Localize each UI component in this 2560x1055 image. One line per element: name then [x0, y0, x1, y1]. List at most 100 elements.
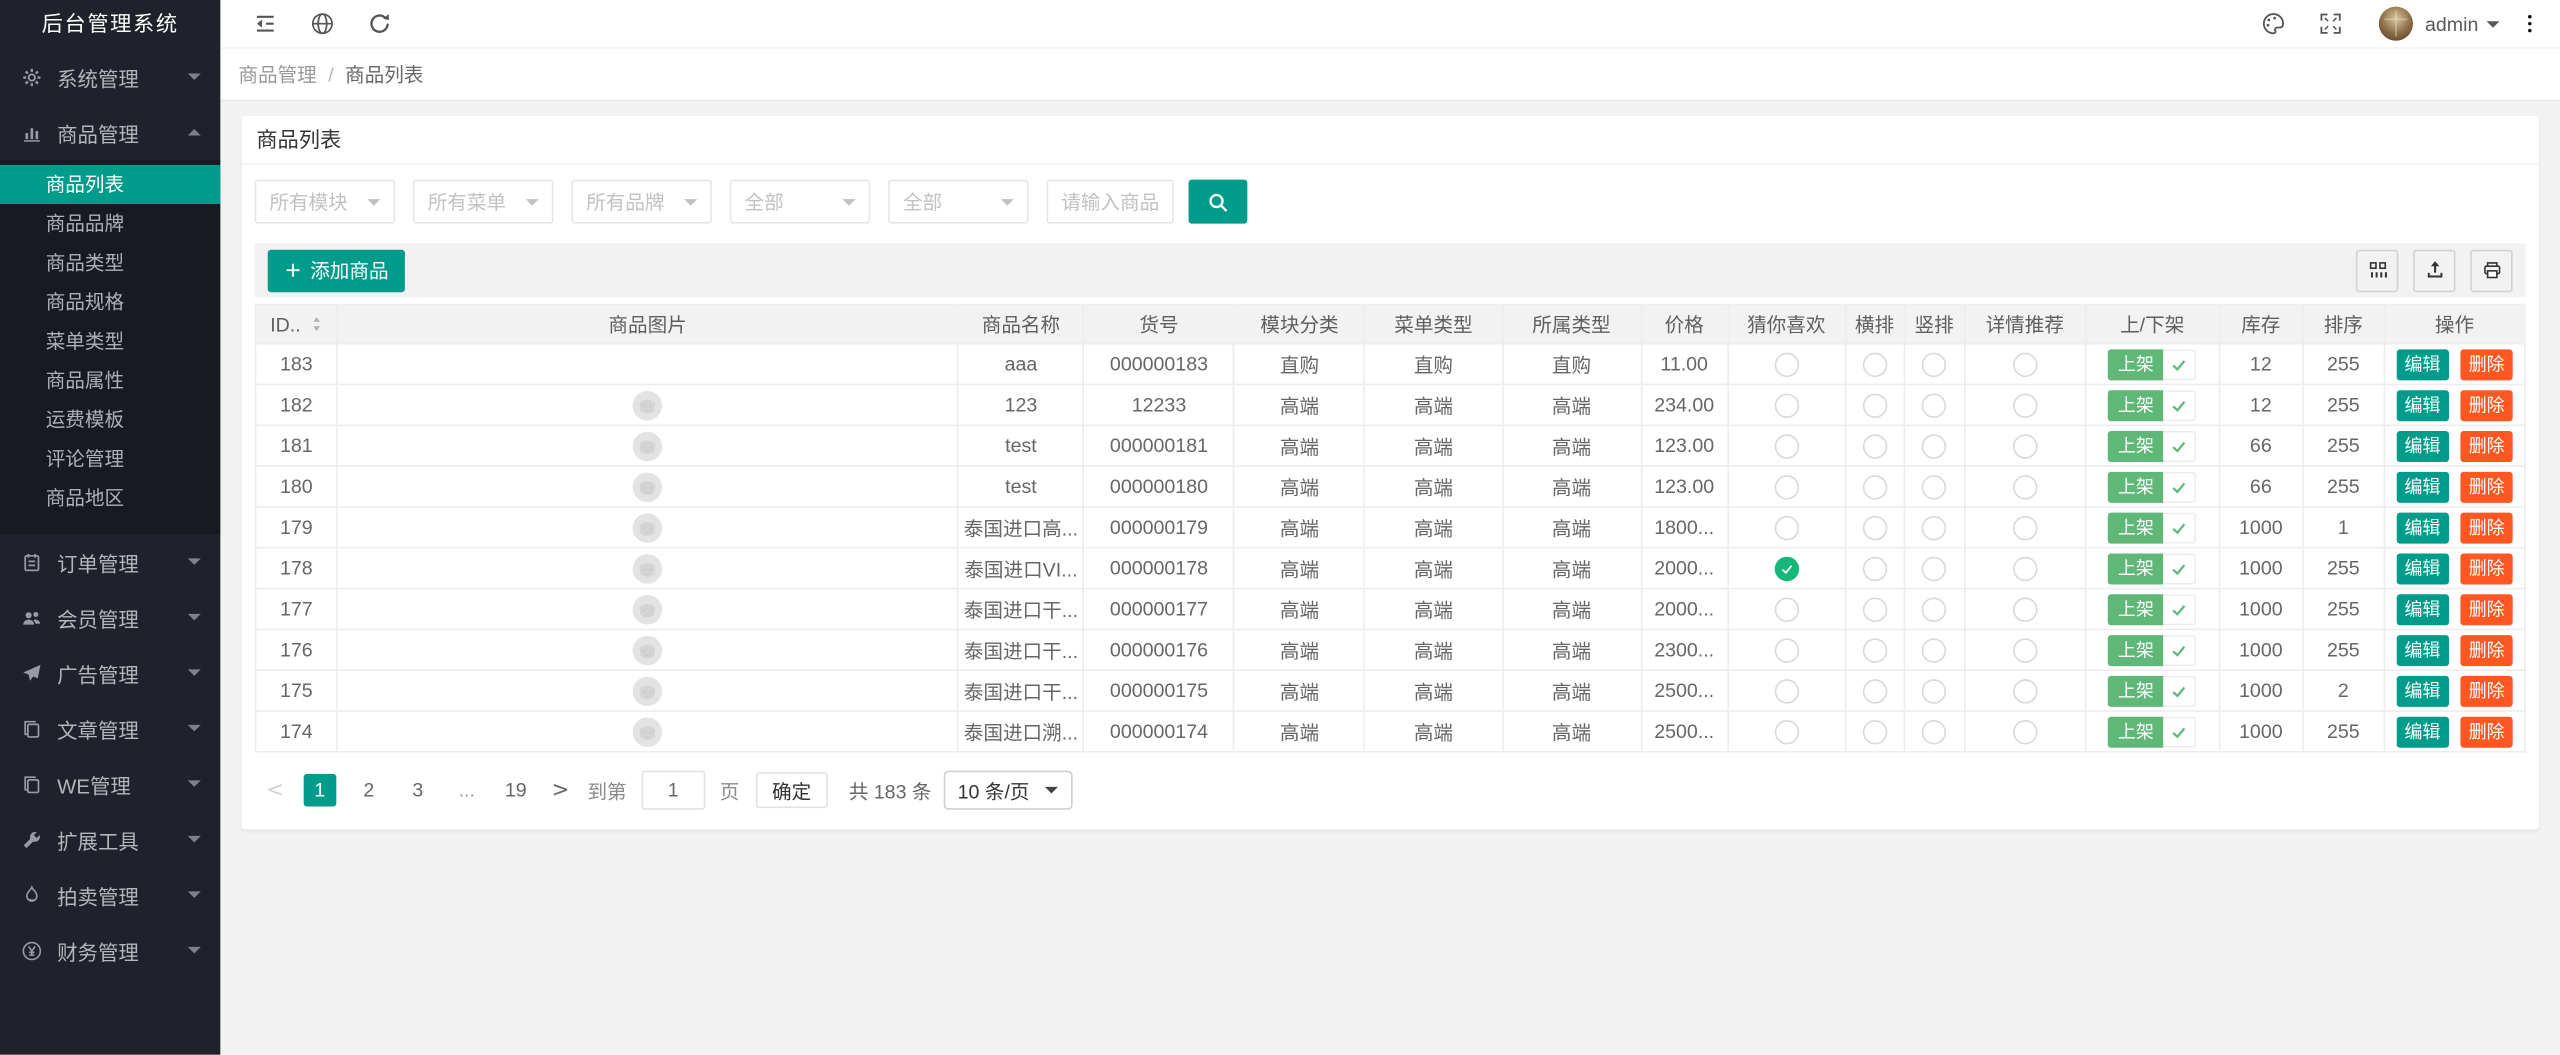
- status-toggle[interactable]: 上架: [2108, 349, 2196, 380]
- sidebar-item[interactable]: 财务管理: [0, 922, 220, 978]
- status-toggle[interactable]: 上架: [2108, 512, 2196, 543]
- horizontal-radio[interactable]: [1862, 597, 1886, 621]
- breadcrumb-item[interactable]: 商品管理: [238, 60, 316, 88]
- guess-radio[interactable]: [1774, 719, 1798, 743]
- horizontal-radio[interactable]: [1862, 679, 1886, 703]
- product-name-input[interactable]: [1047, 180, 1174, 224]
- product-image-placeholder[interactable]: [632, 634, 663, 665]
- detail-recommend-radio[interactable]: [2013, 393, 2037, 417]
- edit-button[interactable]: 编辑: [2396, 716, 2448, 747]
- guess-radio[interactable]: [1774, 352, 1798, 376]
- vertical-radio[interactable]: [1922, 638, 1946, 662]
- sidebar-subitem[interactable]: 商品属性: [0, 361, 220, 400]
- filter-select[interactable]: 所有品牌: [571, 180, 711, 224]
- horizontal-radio[interactable]: [1862, 515, 1886, 539]
- sidebar-subitem[interactable]: 商品类型: [0, 243, 220, 282]
- detail-recommend-radio[interactable]: [2013, 434, 2037, 458]
- filter-select[interactable]: 全部: [730, 180, 870, 224]
- sidebar-item[interactable]: 扩展工具: [0, 811, 220, 867]
- edit-button[interactable]: 编辑: [2396, 593, 2448, 624]
- sidebar-subitem[interactable]: 商品品牌: [0, 204, 220, 243]
- detail-recommend-radio[interactable]: [2013, 679, 2037, 703]
- theme-palette-icon[interactable]: [2262, 11, 2286, 35]
- fullscreen-icon[interactable]: [2319, 11, 2343, 35]
- delete-button[interactable]: 删除: [2461, 349, 2513, 380]
- status-toggle[interactable]: 上架: [2108, 634, 2196, 665]
- filter-select[interactable]: 所有菜单: [413, 180, 553, 224]
- horizontal-radio[interactable]: [1862, 638, 1886, 662]
- edit-button[interactable]: 编辑: [2396, 471, 2448, 502]
- delete-button[interactable]: 删除: [2461, 389, 2513, 420]
- sidebar-subitem[interactable]: 商品列表: [0, 165, 220, 204]
- vertical-radio[interactable]: [1922, 475, 1946, 499]
- edit-button[interactable]: 编辑: [2396, 512, 2448, 543]
- sidebar-subitem[interactable]: 商品地区: [0, 478, 220, 517]
- detail-recommend-radio[interactable]: [2013, 515, 2037, 539]
- refresh-icon[interactable]: [367, 11, 391, 35]
- edit-button[interactable]: 编辑: [2396, 634, 2448, 665]
- edit-button[interactable]: 编辑: [2396, 553, 2448, 584]
- page-number[interactable]: 2: [352, 774, 385, 807]
- guess-radio[interactable]: [1774, 434, 1798, 458]
- edit-button[interactable]: 编辑: [2396, 389, 2448, 420]
- add-product-button[interactable]: 添加商品: [268, 249, 405, 291]
- product-image-placeholder[interactable]: [632, 716, 663, 747]
- delete-button[interactable]: 删除: [2461, 430, 2513, 461]
- page-number[interactable]: 3: [401, 774, 434, 807]
- status-toggle[interactable]: 上架: [2108, 553, 2196, 584]
- delete-button[interactable]: 删除: [2461, 716, 2513, 747]
- language-icon[interactable]: [310, 11, 334, 35]
- guess-radio[interactable]: [1774, 638, 1798, 662]
- detail-recommend-radio[interactable]: [2013, 719, 2037, 743]
- filter-select[interactable]: 所有模块: [255, 180, 395, 224]
- guess-check-icon[interactable]: [1774, 556, 1798, 580]
- horizontal-radio[interactable]: [1862, 434, 1886, 458]
- menu-fold-icon[interactable]: [253, 11, 277, 35]
- product-image-placeholder[interactable]: [632, 512, 663, 543]
- detail-recommend-radio[interactable]: [2013, 597, 2037, 621]
- status-toggle[interactable]: 上架: [2108, 430, 2196, 461]
- vertical-radio[interactable]: [1922, 597, 1946, 621]
- more-options-icon[interactable]: [2519, 13, 2540, 34]
- product-image-placeholder[interactable]: [632, 471, 663, 502]
- vertical-radio[interactable]: [1922, 393, 1946, 417]
- guess-radio[interactable]: [1774, 475, 1798, 499]
- horizontal-radio[interactable]: [1862, 352, 1886, 376]
- print-icon[interactable]: [2470, 249, 2512, 291]
- sidebar-item[interactable]: 商品管理: [0, 104, 220, 160]
- horizontal-radio[interactable]: [1862, 393, 1886, 417]
- detail-recommend-radio[interactable]: [2013, 475, 2037, 499]
- sidebar-subitem[interactable]: 评论管理: [0, 439, 220, 478]
- jump-page-input[interactable]: [641, 771, 705, 810]
- vertical-radio[interactable]: [1922, 352, 1946, 376]
- sidebar-item[interactable]: WE管理: [0, 756, 220, 812]
- edit-button[interactable]: 编辑: [2396, 349, 2448, 380]
- vertical-radio[interactable]: [1922, 515, 1946, 539]
- product-image-placeholder[interactable]: [632, 389, 663, 420]
- next-page-icon[interactable]: >: [552, 778, 570, 802]
- sidebar-item[interactable]: 系统管理: [0, 49, 220, 105]
- columns-toggle-icon[interactable]: [2356, 249, 2398, 291]
- guess-radio[interactable]: [1774, 393, 1798, 417]
- edit-button[interactable]: 编辑: [2396, 430, 2448, 461]
- sidebar-item[interactable]: 拍卖管理: [0, 867, 220, 923]
- filter-select[interactable]: 全部: [888, 180, 1028, 224]
- search-button[interactable]: [1189, 180, 1248, 224]
- status-toggle[interactable]: 上架: [2108, 389, 2196, 420]
- detail-recommend-radio[interactable]: [2013, 352, 2037, 376]
- confirm-button[interactable]: 确定: [756, 772, 828, 808]
- sidebar-item[interactable]: 文章管理: [0, 700, 220, 756]
- sidebar-subitem[interactable]: 商品规格: [0, 282, 220, 321]
- horizontal-radio[interactable]: [1862, 719, 1886, 743]
- vertical-radio[interactable]: [1922, 679, 1946, 703]
- delete-button[interactable]: 删除: [2461, 593, 2513, 624]
- sidebar-subitem[interactable]: 菜单类型: [0, 322, 220, 361]
- delete-button[interactable]: 删除: [2461, 512, 2513, 543]
- delete-button[interactable]: 删除: [2461, 634, 2513, 665]
- status-toggle[interactable]: 上架: [2108, 675, 2196, 706]
- vertical-radio[interactable]: [1922, 434, 1946, 458]
- product-image-placeholder[interactable]: [632, 675, 663, 706]
- sidebar-item[interactable]: 订单管理: [0, 534, 220, 590]
- export-icon[interactable]: [2413, 249, 2455, 291]
- status-toggle[interactable]: 上架: [2108, 471, 2196, 502]
